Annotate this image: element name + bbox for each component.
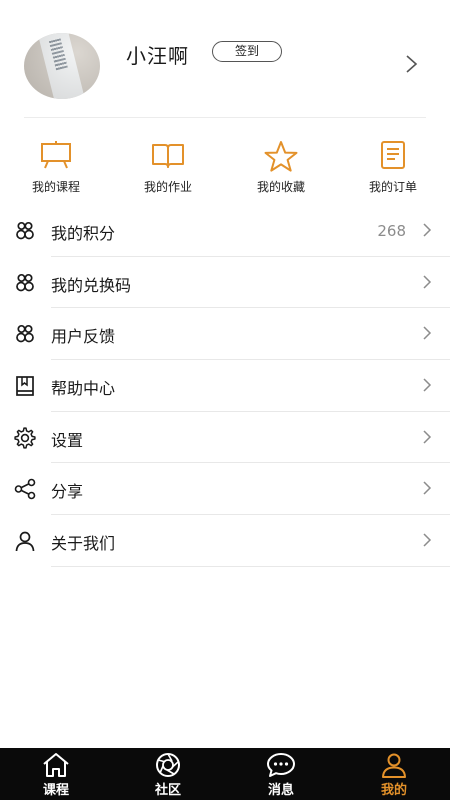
checkin-button[interactable]: 签到 [212, 41, 282, 62]
document-icon [381, 141, 405, 169]
easel-icon [41, 141, 71, 169]
user-icon [15, 531, 35, 552]
people-group-icon [16, 325, 34, 343]
chat-bubble-icon [267, 753, 295, 777]
tab-label: 我的 [380, 783, 407, 798]
username: 小汪啊 [126, 44, 189, 68]
divider [24, 117, 426, 118]
star-icon [264, 141, 298, 172]
avatar[interactable] [24, 33, 100, 99]
tab-mine[interactable]: 我的 [338, 748, 450, 800]
tab-label: 社区 [154, 783, 181, 798]
menu-item-feedback[interactable]: 用户反馈 [0, 308, 450, 361]
chevron-right-icon [423, 533, 432, 547]
menu-list: 我的积分 268 我的兑换码 用户反馈 帮助中心 设置 分享 关于我们 [0, 205, 450, 567]
quick-action-favorites[interactable]: 我的收藏 [236, 128, 326, 200]
quick-actions: 我的课程 我的作业 我的收藏 我的订单 [0, 128, 450, 208]
menu-item-label: 我的积分 [51, 224, 116, 243]
chevron-right-icon [423, 378, 432, 392]
quick-action-label: 我的订单 [368, 180, 417, 194]
user-icon [382, 753, 406, 778]
quick-action-courses[interactable]: 我的课程 [11, 128, 101, 200]
home-icon [43, 753, 69, 777]
menu-item-label: 设置 [51, 430, 84, 450]
chevron-right-icon [423, 430, 432, 444]
tab-label: 消息 [267, 783, 294, 798]
chevron-right-icon [423, 326, 432, 340]
chevron-right-icon [423, 223, 432, 237]
quick-action-orders[interactable]: 我的订单 [348, 128, 438, 200]
quick-action-label: 我的课程 [31, 180, 80, 194]
quick-action-label: 我的作业 [143, 180, 192, 194]
people-group-icon [16, 221, 34, 240]
tab-community[interactable]: 社区 [112, 748, 224, 800]
menu-item-about-us[interactable]: 关于我们 [0, 515, 450, 567]
quick-action-label: 我的收藏 [256, 180, 305, 194]
menu-item-label: 分享 [51, 482, 84, 502]
menu-item-points[interactable]: 我的积分 268 [0, 205, 450, 257]
menu-item-settings[interactable]: 设置 [0, 412, 450, 464]
open-book-icon [152, 144, 184, 168]
menu-item-label: 用户反馈 [51, 327, 116, 347]
profile-header[interactable]: 小汪啊 签到 [0, 0, 450, 118]
bookmark-book-icon [16, 376, 34, 396]
tab-courses[interactable]: 课程 [0, 748, 112, 800]
menu-item-label: 帮助中心 [51, 379, 116, 399]
chevron-right-icon [423, 275, 432, 289]
menu-item-label: 关于我们 [51, 534, 116, 554]
people-group-icon [16, 273, 34, 292]
chevron-right-icon [423, 481, 432, 495]
menu-item-label: 我的兑换码 [51, 275, 132, 295]
menu-item-help-center[interactable]: 帮助中心 [0, 360, 450, 412]
menu-item-share[interactable]: 分享 [0, 463, 450, 516]
bottom-tab-bar: 课程 社区 消息 我的 [0, 748, 450, 800]
aperture-icon [156, 753, 180, 777]
points-value: 268 [377, 222, 406, 240]
quick-action-homework[interactable]: 我的作业 [123, 128, 213, 200]
tab-label: 课程 [42, 783, 69, 798]
share-icon [14, 479, 36, 500]
tab-messages[interactable]: 消息 [225, 748, 337, 800]
menu-item-redeem-code[interactable]: 我的兑换码 [0, 257, 450, 309]
gear-icon [14, 427, 36, 449]
chevron-right-icon[interactable] [402, 54, 420, 74]
